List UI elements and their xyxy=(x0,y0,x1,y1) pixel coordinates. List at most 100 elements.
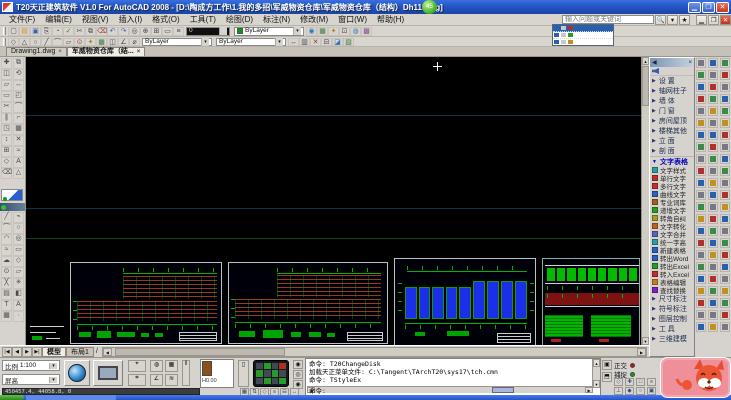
toolbar-button[interactable]: ○ xyxy=(30,38,41,46)
tool-icon[interactable] xyxy=(708,142,718,152)
tool-icon[interactable] xyxy=(696,274,706,284)
menu-item[interactable]: 绘图(D) xyxy=(221,14,258,25)
draw-tool-button[interactable]: ╱ xyxy=(1,212,12,223)
toolbar-button[interactable]: ╱ xyxy=(41,38,52,46)
snap-grid-button[interactable]: ⊥ xyxy=(614,387,623,395)
snap-grid-button[interactable]: ≡ xyxy=(647,378,656,386)
tool-icon[interactable] xyxy=(720,94,730,104)
snap-grid-button[interactable]: ◆ xyxy=(625,387,634,395)
screen-menu-group[interactable]: ▶符号标注 xyxy=(650,304,694,314)
layout-nav-button[interactable]: ▶| xyxy=(32,347,42,357)
menu-item[interactable]: 编辑(E) xyxy=(40,14,77,25)
modify-tool-button[interactable]: ↕ xyxy=(1,135,12,146)
tool-icon[interactable] xyxy=(708,250,718,260)
draw-tool-button[interactable]: ⌒ xyxy=(1,223,12,234)
draw-tool-button[interactable]: · xyxy=(13,311,24,322)
snap-grid-button[interactable]: ◇ xyxy=(614,378,623,386)
modify-tool-button[interactable]: ◳ xyxy=(1,124,12,135)
toolbar-button[interactable]: ↔ xyxy=(288,38,299,46)
mdi-close-button[interactable]: ✕ xyxy=(720,15,731,25)
tool-icon[interactable] xyxy=(696,226,706,236)
command-window[interactable]: 命令: T20ChangeDisk 加载天正菜单文件: C:\Tangent\T… xyxy=(305,358,601,396)
tool-icon[interactable] xyxy=(708,202,718,212)
color-combo[interactable]: ByLayer▾ xyxy=(234,27,304,36)
toolbar-button[interactable]: ≡ xyxy=(173,27,184,36)
menu-item[interactable]: 窗口(W) xyxy=(333,14,372,25)
tool-icon[interactable] xyxy=(708,286,718,296)
help-search-input[interactable] xyxy=(562,15,654,24)
tool-icon[interactable] xyxy=(708,226,718,236)
modify-tool-button[interactable]: △ xyxy=(13,168,24,179)
tool-icon[interactable] xyxy=(696,82,706,92)
ruler-button[interactable]: ▯ xyxy=(238,360,249,387)
scroll-thumb[interactable] xyxy=(115,348,285,356)
star-icon[interactable]: ★ xyxy=(679,15,690,25)
snap-grid-button[interactable]: ○ xyxy=(636,387,645,395)
toolbar-button[interactable]: ↷ xyxy=(118,27,129,36)
panel-collapse-icon[interactable]: ◀ xyxy=(652,59,657,66)
draw-tool-button[interactable]: ▦ xyxy=(1,311,12,322)
toolbar-button[interactable]: ◪ xyxy=(332,38,343,46)
screen-menu-item[interactable]: 查找替换 xyxy=(650,286,694,294)
lineweight-combo[interactable]: ByLayer▾ xyxy=(216,38,286,46)
draw-tool-button[interactable]: T xyxy=(1,300,12,311)
toolbar-button[interactable]: ✓ xyxy=(63,27,74,36)
toolbar-button[interactable]: ✦ xyxy=(85,38,96,46)
divider-button[interactable]: ‖ xyxy=(182,360,190,386)
draw-tool-button[interactable]: ◎ xyxy=(13,234,24,245)
window-restore-button[interactable]: ❐ xyxy=(702,2,715,13)
tool-icon[interactable] xyxy=(708,262,718,272)
mdi-restore-button[interactable]: ❐ xyxy=(708,15,719,25)
osnap-mini-button[interactable]: ◍ xyxy=(150,360,163,372)
screen-menu-group[interactable]: ▶图层控制 xyxy=(650,314,694,324)
scale-combo[interactable]: 比例 1:100▾ xyxy=(2,360,60,371)
door-style-panel[interactable]: H0.00 xyxy=(200,359,234,388)
snap-grid-button[interactable]: □ xyxy=(636,378,645,386)
toolbar-button[interactable]: ▣ xyxy=(30,27,41,36)
grid-mini-button[interactable]: ▦ xyxy=(165,360,178,372)
tool-icon[interactable] xyxy=(696,178,706,188)
screen-menu-group[interactable]: ▶墙 体 xyxy=(650,96,694,106)
draw-tool-button[interactable]: ▭ xyxy=(13,245,24,256)
modify-tool-button[interactable]: ⟲ xyxy=(13,69,24,80)
toolbar-button[interactable]: ⊕ xyxy=(140,27,151,36)
tool-icon[interactable] xyxy=(708,178,718,188)
tool-icon[interactable] xyxy=(696,286,706,296)
toolbar-button[interactable]: ▦ xyxy=(96,38,107,46)
modify-tool-button[interactable]: ▱ xyxy=(1,80,12,91)
draw-tool-button[interactable]: ◇ xyxy=(13,256,24,267)
layer-combo[interactable]: 0▾ xyxy=(186,27,230,36)
tool-icon[interactable] xyxy=(708,298,718,308)
scroll-up-icon[interactable]: ▲ xyxy=(642,57,649,65)
toolbar-button[interactable]: ⊟ xyxy=(321,38,332,46)
tool-icon[interactable] xyxy=(720,154,730,164)
scroll-thumb[interactable] xyxy=(642,66,649,106)
screen-height-combo[interactable]: 屏高 ▾ xyxy=(2,374,60,385)
tool-icon[interactable] xyxy=(708,154,718,164)
toolbar-grip[interactable] xyxy=(3,38,6,46)
tool-icon[interactable] xyxy=(696,202,706,212)
tool-icon[interactable] xyxy=(720,58,730,68)
tool-icon[interactable] xyxy=(708,238,718,248)
tool-icon[interactable] xyxy=(696,70,706,80)
panel-button-2[interactable]: ⬒ xyxy=(602,372,612,382)
tool-icon[interactable] xyxy=(696,310,706,320)
toolbar-button[interactable]: ∠ xyxy=(118,38,129,46)
modify-tool-button[interactable]: ⊞ xyxy=(1,146,12,157)
canvas-vscrollbar[interactable]: ▲ ▼ xyxy=(641,57,649,345)
toolbar-button[interactable]: ◉ xyxy=(306,27,317,36)
tool-icon[interactable] xyxy=(720,238,730,248)
tool-icon[interactable] xyxy=(720,178,730,188)
modify-tool-button[interactable]: ⌫ xyxy=(1,168,12,179)
toolbar-button[interactable]: ↶ xyxy=(107,27,118,36)
tool-icon[interactable] xyxy=(696,238,706,248)
toolbar-button[interactable]: △ xyxy=(19,38,30,46)
modify-tool-button[interactable]: ≈ xyxy=(13,146,24,157)
layer-list-box[interactable] xyxy=(552,24,614,46)
world-view-button[interactable] xyxy=(64,360,90,386)
screen-menu-group[interactable]: ▶房间屋顶 xyxy=(650,116,694,126)
modify-tool-button[interactable]: ↔ xyxy=(13,80,24,91)
draw-tool-button[interactable]: ◠ xyxy=(1,234,12,245)
draw-tool-button[interactable]: ⌁ xyxy=(13,212,24,223)
screen-menu-group[interactable]: ▶轴网柱子 xyxy=(650,86,694,96)
